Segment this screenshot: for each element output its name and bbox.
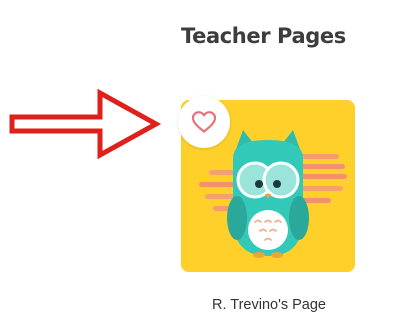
section-title: Teacher Pages [181, 24, 346, 48]
red-arrow-annotation [9, 88, 162, 160]
card-caption[interactable]: R. Trevino's Page [178, 297, 360, 313]
teacher-page-card[interactable]: R. Trevino's Page [178, 96, 356, 324]
heart-icon [191, 111, 217, 133]
favorite-button[interactable] [178, 96, 230, 148]
